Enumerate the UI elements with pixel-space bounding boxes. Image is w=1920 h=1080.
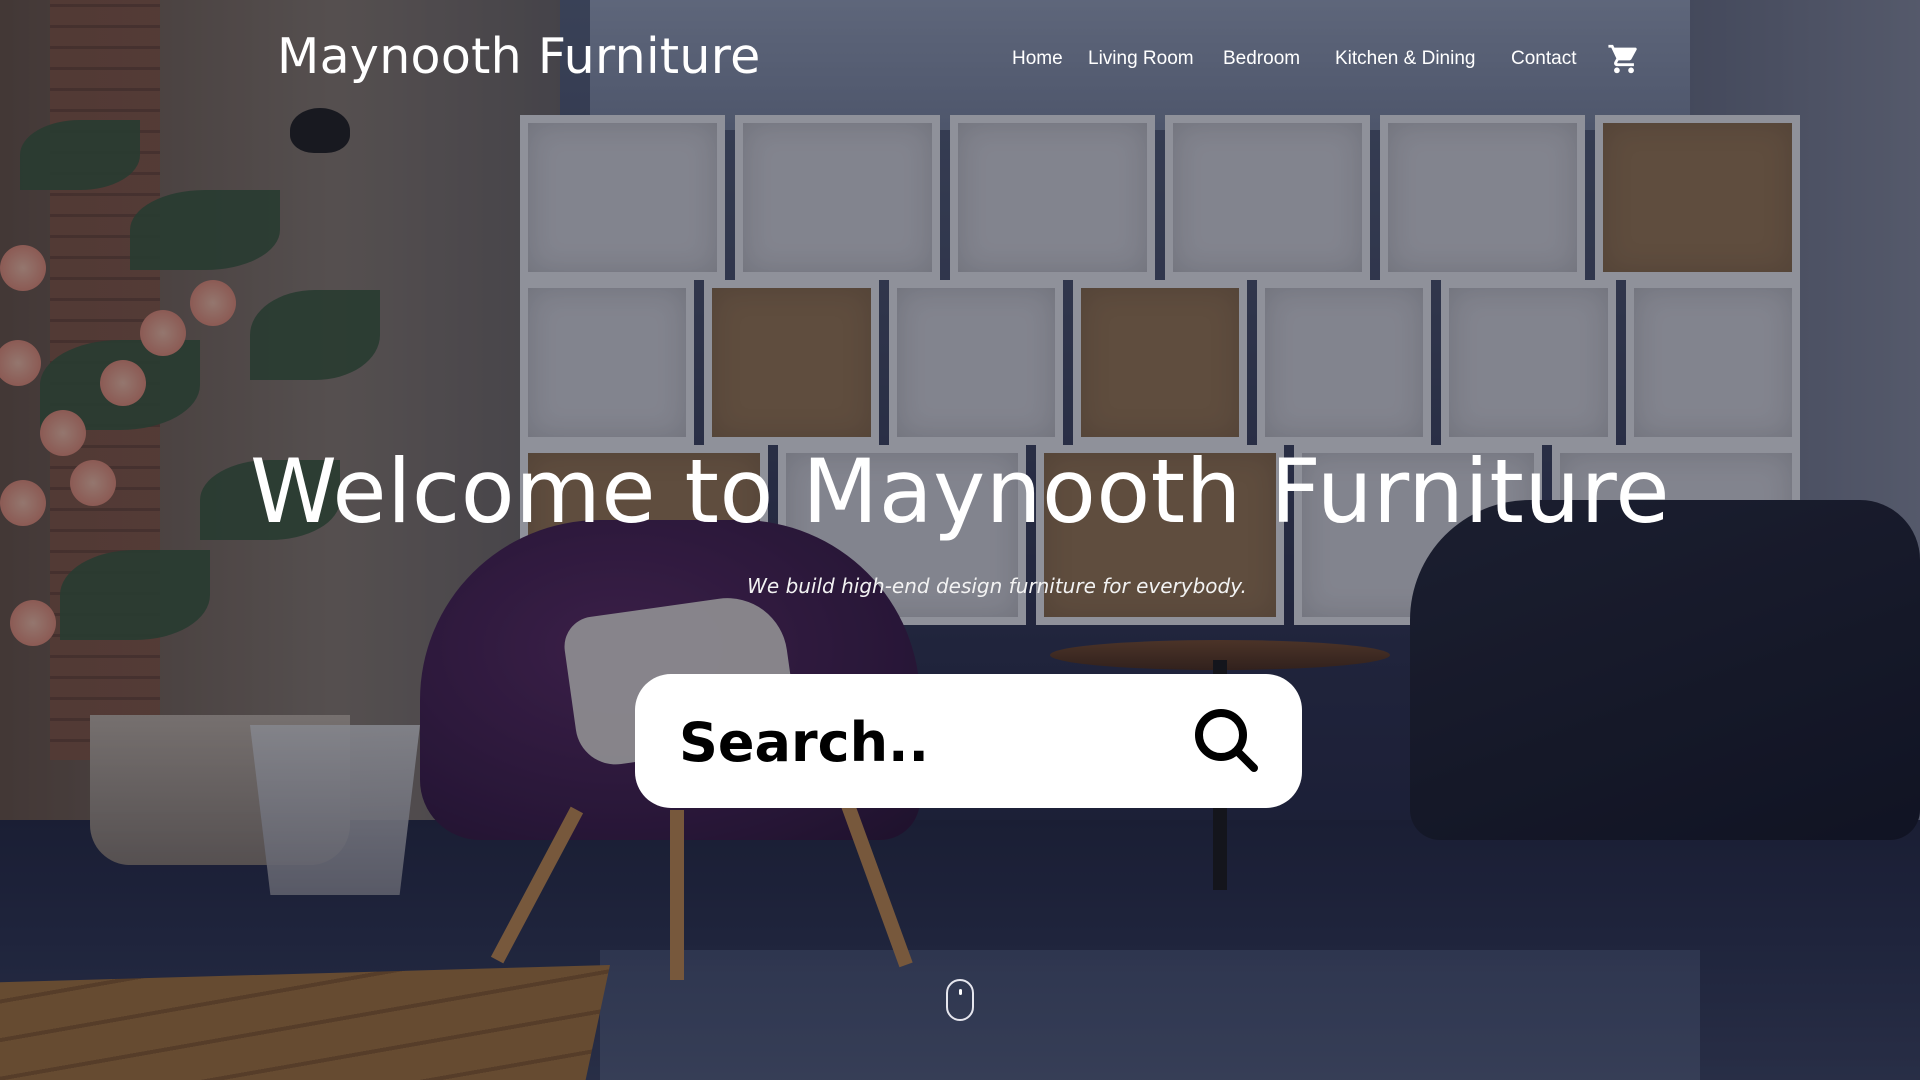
search-icon — [1190, 709, 1264, 781]
nav-link-contact[interactable]: Contact — [1511, 48, 1576, 70]
mouse-scroll-icon[interactable] — [946, 979, 974, 1021]
nav-link-bedroom[interactable]: Bedroom — [1223, 48, 1300, 70]
scroll-wheel-dot — [959, 989, 962, 995]
nav-link-home[interactable]: Home — [1012, 48, 1063, 70]
nav-link-kitchen-dining[interactable]: Kitchen & Dining — [1335, 48, 1475, 70]
search-button[interactable] — [1190, 704, 1264, 778]
top-navbar: Maynooth Furniture Home Living Room Bedr… — [0, 0, 1920, 118]
shopping-cart-icon[interactable] — [1607, 42, 1641, 76]
search-input[interactable] — [679, 702, 1159, 782]
hero-subtitle: We build high-end design furniture for e… — [747, 574, 1247, 598]
search-bar — [635, 674, 1302, 808]
hero-title: Welcome to Maynooth Furniture — [249, 440, 1671, 543]
brand-logo-link[interactable]: Maynooth Furniture — [277, 28, 761, 85]
nav-link-living-room[interactable]: Living Room — [1088, 48, 1194, 70]
